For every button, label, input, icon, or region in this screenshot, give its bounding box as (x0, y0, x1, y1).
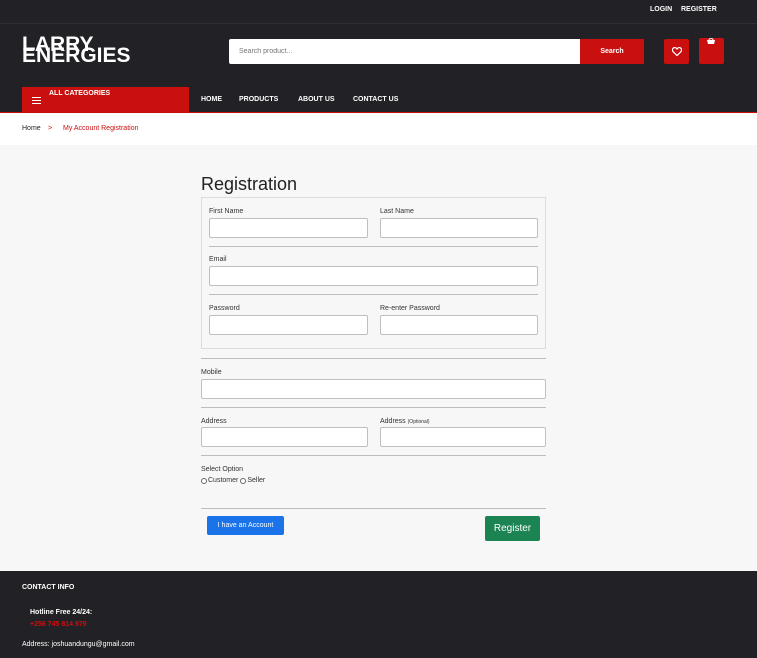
register-button[interactable]: Register (485, 516, 540, 541)
customer-label: Customer (208, 477, 239, 484)
divider (201, 358, 546, 359)
search-button[interactable]: Search (580, 39, 644, 64)
login-link[interactable]: LOGIN (650, 6, 672, 13)
hotline-phone[interactable]: +256 745 814 979 (30, 621, 87, 628)
divider (201, 455, 546, 456)
have-account-button[interactable]: I have an Account (207, 516, 284, 535)
email-label: Email (209, 256, 227, 263)
divider (201, 407, 546, 408)
password-field[interactable] (209, 315, 368, 335)
email-field[interactable] (209, 266, 538, 286)
address-field[interactable] (201, 427, 368, 447)
wishlist-button[interactable] (664, 39, 689, 64)
nav-contact-us[interactable]: CONTACT US (353, 96, 398, 103)
address-optional-label: Address (Optional) (380, 418, 430, 425)
seller-label: Seller (247, 477, 266, 484)
first-name-label: First Name (209, 208, 244, 215)
footer-address: Address: joshuandungu@gmail.com (22, 641, 135, 648)
divider (209, 246, 538, 247)
hamburger-icon (32, 97, 41, 106)
all-categories-label: ALL CATEGORIES (49, 90, 111, 97)
main-nav: ALL CATEGORIES HOME PRODUCTS ABOUT US CO… (0, 87, 757, 113)
reenter-password-label: Re-enter Password (380, 305, 440, 312)
address-label: Address (201, 418, 227, 425)
optional-note: (Optional) (407, 419, 430, 425)
header: LARRY ENERGIES Search (0, 24, 757, 87)
cart-icon (707, 38, 715, 44)
page-title: Registration (201, 174, 298, 194)
divider (209, 294, 538, 295)
select-option-label: Select Option (201, 466, 244, 473)
seller-radio[interactable] (240, 477, 247, 484)
cart-button[interactable] (699, 38, 724, 64)
search-input[interactable] (229, 39, 581, 64)
password-label: Password (209, 305, 240, 312)
mobile-label: Mobile (201, 369, 222, 376)
customer-radio[interactable] (201, 477, 207, 484)
last-name-label: Last Name (380, 208, 414, 215)
all-categories-button[interactable]: ALL CATEGORIES (22, 87, 189, 113)
hotline-label: Hotline Free 24/24: (30, 609, 93, 616)
address-optional-field[interactable] (380, 427, 546, 447)
breadcrumb-separator: > (48, 125, 53, 132)
nav-about-us[interactable]: ABOUT US (298, 96, 335, 103)
search-bar: Search (229, 39, 644, 64)
user-type-options: Customer Seller (201, 477, 265, 484)
footer-heading: CONTACT INFO (22, 584, 75, 591)
mobile-field[interactable] (201, 379, 546, 399)
breadcrumb: Home > My Account Registration (0, 114, 757, 145)
logo-line-2: ENERGIES (22, 44, 131, 67)
top-bar: LOGIN REGISTER (0, 0, 757, 24)
reenter-password-field[interactable] (380, 315, 538, 335)
divider (201, 508, 546, 509)
footer: CONTACT INFO Hotline Free 24/24: +256 74… (0, 571, 757, 658)
first-name-field[interactable] (209, 218, 368, 238)
heart-icon (671, 47, 682, 56)
address-optional-label-text: Address (380, 418, 406, 425)
breadcrumb-current: My Account Registration (63, 125, 139, 132)
last-name-field[interactable] (380, 218, 538, 238)
nav-products[interactable]: PRODUCTS (239, 96, 278, 103)
register-link[interactable]: REGISTER (681, 6, 717, 13)
logo[interactable]: LARRY ENERGIES (22, 34, 131, 67)
nav-home[interactable]: HOME (201, 96, 222, 103)
breadcrumb-home[interactable]: Home (22, 125, 41, 132)
